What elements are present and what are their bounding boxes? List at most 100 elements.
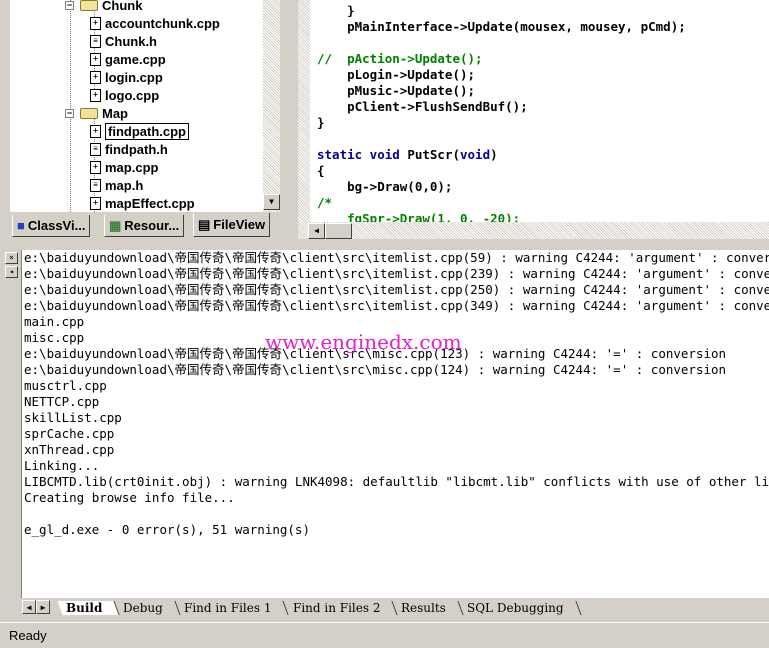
output-pane[interactable]: e_gl_d.exe - 0 error(s), 51 warning(s) Cr… [22, 250, 769, 598]
file-icon: ▤ [198, 216, 211, 232]
output-gripper: × ◂ [4, 250, 22, 598]
tree-item-label: findpath.cpp [105, 122, 189, 140]
code-line: static void PutScr(void) [317, 147, 498, 163]
output-tab-scroll[interactable]: ◀ ▶ [22, 600, 50, 614]
code-line: pLogin->Update(); [317, 67, 476, 82]
tree-file[interactable]: ≡ Chunk.h [90, 32, 157, 50]
header-file-icon: ≡ [90, 142, 101, 156]
cpp-file-icon: + [90, 16, 101, 30]
output-tab[interactable]: Debug [114, 600, 181, 615]
output-line: Creating browse info file... [24, 490, 235, 505]
code-line: } [317, 115, 325, 130]
editor-hscrollbar[interactable]: ◀ [298, 222, 769, 239]
output-line: e:\baiduyundownload\帝国传奇\帝国传奇\client\src… [24, 298, 769, 313]
header-file-icon: ≡ [90, 34, 101, 48]
output-line: skillList.cpp [24, 410, 122, 425]
code-line: pMusic->Update(); [317, 83, 476, 98]
output-tab[interactable]: Results [392, 600, 464, 615]
close-icon[interactable]: × [5, 252, 18, 264]
tree-folder[interactable]: − Map [65, 104, 128, 122]
editor-gutter [298, 0, 310, 222]
tree-item-label: login.cpp [105, 69, 163, 85]
output-tab[interactable]: SQL Debugging [458, 600, 582, 615]
output-line: main.cpp [24, 314, 85, 329]
output-line: misc.cpp [24, 330, 85, 345]
output-tab-label: Find in Files 2 [292, 600, 381, 615]
cpp-file-icon: + [90, 160, 101, 174]
output-line: NETTCP.cpp [24, 394, 100, 409]
code-token: static void [317, 147, 408, 162]
output-line: e_gl_d.exe - 0 error(s), 51 warning(s) [24, 522, 310, 537]
code-line: fqSpr->Draw(1, 0, -20); [317, 211, 521, 222]
output-line: sprCache.cpp [24, 426, 115, 441]
output-line: xnThread.cpp [24, 442, 115, 457]
output-line: e:\baiduyundownload\帝国传奇\帝国传奇\client\src… [24, 266, 769, 281]
tree-item-label: mapEffect.cpp [105, 195, 195, 211]
output-tab-label: Results [401, 600, 447, 615]
output-line: e:\baiduyundownload\帝国传奇\帝国传奇\client\src… [24, 282, 769, 297]
output-tab-label: Debug [123, 600, 164, 615]
watermark-url: www.enginedx.com [265, 330, 462, 354]
output-tab[interactable]: Build [57, 600, 120, 615]
output-line: musctrl.cpp [24, 378, 107, 393]
tree-scrollbar[interactable]: ▼ [263, 0, 280, 212]
output-line: LIBCMTD.lib(crt0init.obj) : warning LNK4… [24, 474, 769, 489]
output-tab[interactable]: Find in Files 2 [284, 600, 398, 615]
tab-classview[interactable]: ■ ClassVi... [12, 215, 91, 237]
tree-file[interactable]: + map.cpp [90, 158, 158, 176]
code-line: { [317, 163, 325, 178]
restore-icon[interactable]: ◂ [5, 266, 18, 278]
tree-item-label: game.cpp [105, 51, 166, 67]
code-line: bg->Draw(0,0); [317, 179, 453, 194]
tree-item-label: map.cpp [105, 159, 159, 175]
workspace-tree[interactable]: − Chunk + accountchunk.cpp ≡ Chunk.h + game.cpp… [10, 0, 280, 212]
scroll-down-icon[interactable]: ▼ [263, 194, 280, 210]
tree-file[interactable]: ≡ map.h [90, 176, 143, 194]
tree-file[interactable]: + findpath.cpp [90, 122, 189, 140]
tree-item-label: map.h [105, 177, 144, 193]
cpp-file-icon: + [90, 124, 101, 138]
folder-icon [80, 107, 98, 119]
tab-fileview[interactable]: ▤ FileView [193, 213, 271, 237]
output-tab[interactable]: Find in Files 1 [175, 600, 290, 615]
tree-item-label: Chunk [102, 0, 143, 13]
code-line: pClient->FlushSendBuf(); [317, 99, 528, 114]
folder-icon [80, 0, 98, 11]
collapse-icon[interactable]: − [65, 108, 74, 118]
tree-file[interactable]: + login.cpp [90, 68, 163, 86]
classview-icon: ■ [17, 218, 25, 233]
output-line: e:\baiduyundownload\帝国传奇\帝国传奇\client\src… [24, 250, 769, 265]
output-line: Linking... [24, 458, 100, 473]
output-tab-label: Find in Files 1 [184, 600, 272, 615]
tree-folder[interactable]: − Chunk [65, 0, 142, 14]
tree-item-label: findpath.h [105, 141, 168, 157]
status-text: Ready [9, 628, 47, 643]
output-tab-label: SQL Debugging [467, 600, 564, 615]
tree-file[interactable]: + accountchunk.cpp [90, 14, 220, 32]
tree-file[interactable]: ≡ findpath.h [90, 140, 168, 158]
cpp-file-icon: + [90, 70, 101, 84]
output-line: e:\baiduyundownload\帝国传奇\帝国传奇\client\src… [24, 362, 727, 377]
cpp-file-icon: + [90, 52, 101, 66]
code-token: PutScr( [407, 147, 460, 162]
tree-file[interactable]: + game.cpp [90, 50, 166, 68]
code-line: } [317, 3, 355, 18]
output-tabs: Build Debug Find in Files 1 Find in Files 2… [57, 599, 582, 616]
code-token: ) [490, 147, 498, 162]
tree-file[interactable]: + logo.cpp [90, 86, 159, 104]
cpp-file-icon: + [90, 196, 101, 210]
scroll-thumb[interactable] [325, 223, 352, 239]
tree-item-label: Map [102, 105, 128, 121]
code-line: // pAction->Update(); [317, 51, 483, 66]
header-file-icon: ≡ [90, 178, 101, 192]
cpp-file-icon: + [90, 88, 101, 102]
collapse-icon[interactable]: − [65, 0, 74, 10]
resource-icon: ▦ [109, 217, 122, 233]
tree-item-label: Chunk.h [105, 33, 157, 49]
tree-file[interactable]: + mapEffect.cpp [90, 194, 195, 212]
scroll-left-icon[interactable]: ◀ [308, 223, 325, 239]
code-editor[interactable]: } pMainInterface->Update(mousex, mousey,… [298, 0, 769, 222]
code-line: pMainInterface->Update(mousex, mousey, p… [317, 19, 686, 34]
tab-resourceview[interactable]: ▦ Resour... [104, 215, 185, 237]
code-token: void [460, 147, 491, 162]
